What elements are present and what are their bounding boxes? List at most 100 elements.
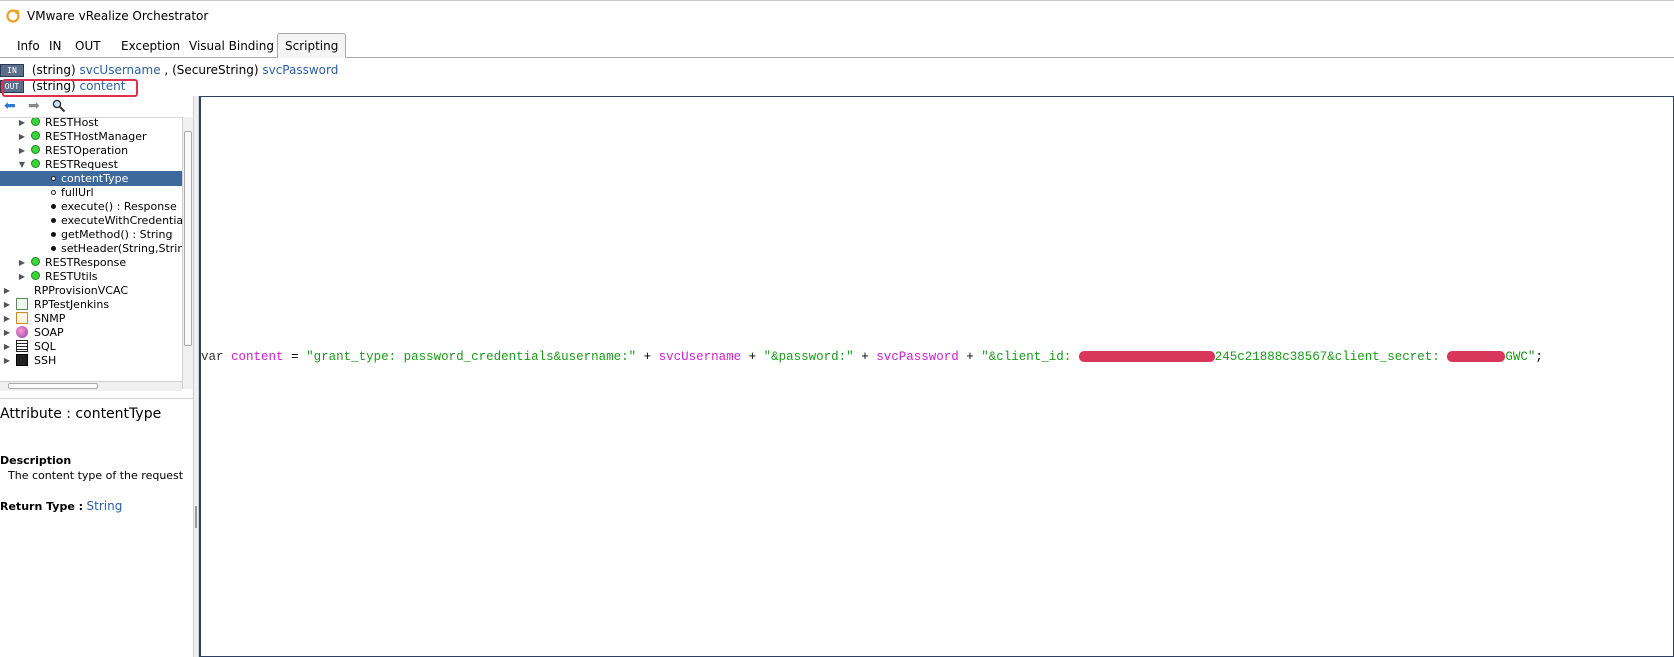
in-parameters: IN (string) svcUsername , (SecureString)… [0, 62, 338, 78]
collapse-arrow-icon[interactable]: ▼ [17, 157, 27, 172]
tab-exception[interactable]: Exception [114, 36, 187, 56]
code-string: "&password:" [763, 350, 854, 364]
tab-visual-binding[interactable]: Visual Binding [182, 36, 281, 56]
tree-item-fullurl[interactable]: fullUrl [0, 185, 182, 200]
attribute-title: Attribute : contentType [0, 406, 162, 422]
tree-item-restresponse[interactable]: ▶ RESTResponse [0, 255, 182, 270]
tree-item-sql[interactable]: ▶ SQL [0, 339, 182, 354]
tree-item-label: RPTestJenkins [34, 298, 110, 311]
tree-item-snmp[interactable]: ▶ SNMP [0, 311, 182, 326]
terminal-icon [16, 354, 28, 366]
tree-item-label: RESTRequest [45, 158, 118, 171]
tab-scripting[interactable]: Scripting [277, 33, 347, 58]
scrollbar-thumb[interactable] [8, 383, 98, 389]
database-icon [16, 340, 28, 352]
code-operator: ; [1535, 350, 1543, 364]
code-string: 245c21888c38567&client_secret: [1214, 350, 1448, 364]
list-icon [16, 312, 28, 324]
panel-divider[interactable] [0, 398, 193, 403]
code-operator: + [636, 350, 659, 364]
code-keyword: var [201, 350, 224, 364]
tree-item-label: SSH [34, 354, 57, 367]
code-line[interactable]: var content = "grant_type: password_cred… [201, 349, 1543, 365]
tree-item-label: getMethod() : String [61, 228, 173, 241]
param-separator: , [164, 63, 169, 77]
back-arrow-icon[interactable]: ⬅ [4, 99, 20, 113]
tree-item-label: RPProvisionVCAC [34, 284, 128, 297]
splitter-grip[interactable] [195, 506, 197, 528]
param-svcusername[interactable]: svcUsername [79, 63, 160, 77]
class-icon [31, 131, 40, 140]
class-icon [31, 257, 40, 266]
code-variable: content [231, 350, 284, 364]
expand-arrow-icon[interactable]: ▶ [17, 255, 27, 270]
tree-item-setheader[interactable]: setHeader(String,String) [0, 241, 182, 256]
tree-item-label: RESTUtils [45, 270, 98, 283]
tree-item-rptestjenkins[interactable]: ▶ RPTestJenkins [0, 297, 182, 312]
class-icon [31, 145, 40, 154]
tree-item-label: contentType [61, 172, 129, 185]
tree-item-execute[interactable]: execute() : Response [0, 199, 182, 214]
tree-item-contenttype[interactable]: contentType [0, 171, 182, 186]
expand-arrow-icon[interactable]: ▶ [17, 269, 27, 284]
code-variable: svcUsername [658, 350, 742, 364]
tab-bar: Info IN OUT Exception Visual Binding Scr… [0, 33, 1674, 58]
tree-item-soap[interactable]: ▶ SOAP [0, 325, 182, 340]
expand-arrow-icon[interactable]: ▶ [2, 311, 12, 326]
tree-item-resthostmanager[interactable]: ▶ RESTHostManager [0, 129, 182, 144]
expand-arrow-icon[interactable]: ▶ [17, 129, 27, 144]
tree-vertical-scrollbar[interactable] [182, 117, 193, 389]
tree-item-label: RESTHostManager [45, 130, 147, 143]
tree-item-label: RESTResponse [45, 256, 127, 269]
tree-item-label: fullUrl [61, 186, 94, 199]
expand-arrow-icon[interactable]: ▶ [17, 143, 27, 158]
attribute-icon [51, 190, 56, 195]
code-operator: + [853, 350, 877, 364]
method-icon [51, 246, 56, 251]
expand-arrow-icon[interactable]: ▶ [2, 353, 12, 368]
expand-arrow-icon[interactable]: ▶ [2, 339, 12, 354]
search-icon[interactable] [52, 99, 68, 113]
method-icon [51, 218, 56, 223]
tree-item-label: SQL [34, 340, 56, 353]
param-svcpassword[interactable]: svcPassword [262, 63, 338, 77]
tree-item-label: setHeader(String,String) [61, 242, 182, 255]
param-type: (string) [31, 63, 76, 77]
forward-arrow-icon[interactable]: ➡ [28, 99, 44, 113]
script-editor[interactable]: var content = "grant_type: password_cred… [199, 96, 1674, 657]
tree-item-executewithcredentials[interactable]: executeWithCredentials(S [0, 213, 182, 228]
code-string: "&client_id: [981, 350, 1079, 364]
param-type: (SecureString) [172, 63, 259, 77]
tree-item-label: SNMP [34, 312, 66, 325]
code-variable: svcPassword [876, 350, 959, 364]
expand-arrow-icon[interactable]: ▶ [2, 325, 12, 340]
tree-item-ssh[interactable]: ▶ SSH [0, 353, 182, 368]
tree-item-restutils[interactable]: ▶ RESTUtils [0, 269, 182, 284]
clipboard-icon [16, 298, 28, 310]
code-operator: + [741, 350, 764, 364]
api-explorer-tree: ▶ RESTHost ▶ RESTHostManager ▶ RESTOpera… [0, 117, 182, 390]
tree-item-getmethod[interactable]: getMethod() : String [0, 227, 182, 242]
class-icon [31, 159, 40, 168]
code-operator: + [958, 350, 982, 364]
title-bar: VMware vRealize Orchestrator [0, 0, 1674, 30]
tree-item-label: SOAP [34, 326, 64, 339]
tree-item-label: executeWithCredentials(S [61, 214, 182, 227]
scrollbar-thumb[interactable] [184, 131, 192, 346]
return-type: Return Type : String [0, 499, 122, 513]
attribute-icon [51, 176, 56, 181]
tree-item-restrequest[interactable]: ▼ RESTRequest [0, 157, 182, 172]
expand-arrow-icon[interactable]: ▶ [2, 297, 12, 312]
tree-horizontal-scrollbar[interactable] [0, 381, 182, 391]
tree-item-restoperation[interactable]: ▶ RESTOperation [0, 143, 182, 158]
redaction-mark [1447, 351, 1506, 363]
tree-item-rpprovisionvcac[interactable]: ▶ RPProvisionVCAC [0, 283, 182, 298]
return-type-value[interactable]: String [87, 499, 123, 513]
expand-arrow-icon[interactable]: ▶ [2, 283, 12, 298]
code-string: GWC" [1505, 350, 1536, 364]
code-string: "grant_type: password_credentials&userna… [306, 350, 637, 364]
tab-in[interactable]: IN [42, 36, 69, 56]
class-icon [31, 118, 40, 126]
tab-out[interactable]: OUT [68, 36, 108, 56]
method-icon [51, 232, 56, 237]
